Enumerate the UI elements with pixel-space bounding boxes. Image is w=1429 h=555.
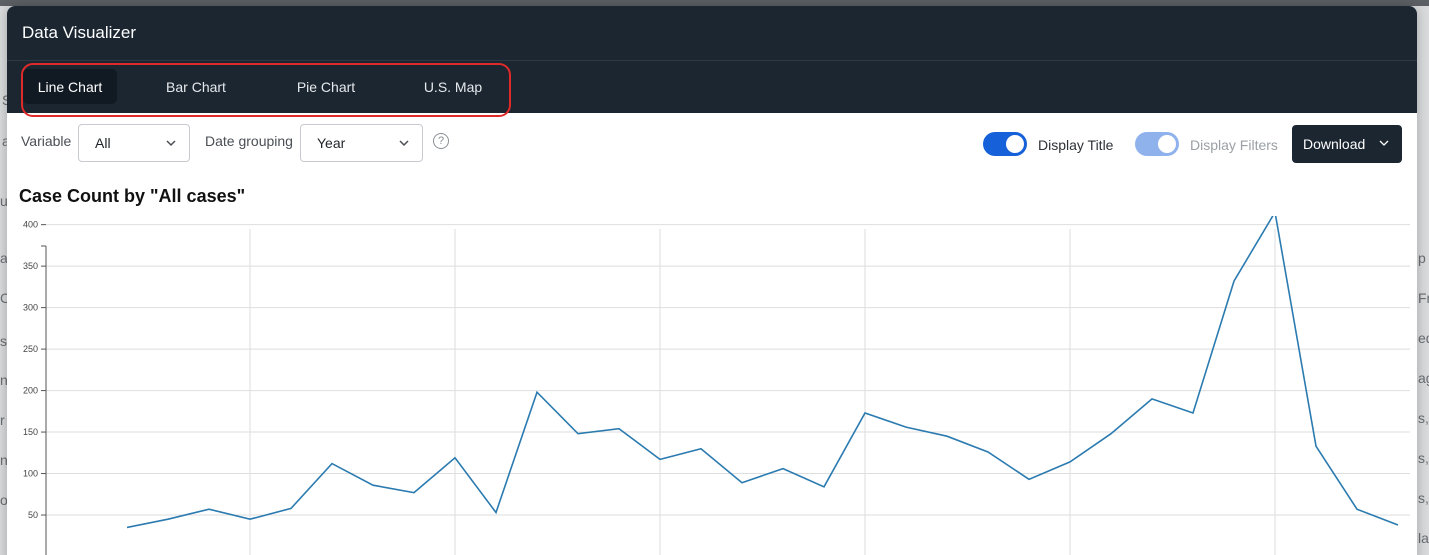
chart-toolbar: Variable All Date grouping Year ? Displa… <box>7 113 1417 183</box>
y-tick-label: 250 <box>23 344 38 354</box>
chevron-down-icon <box>399 140 409 147</box>
download-label: Download <box>1303 136 1366 152</box>
modal-title: Data Visualizer <box>22 23 137 42</box>
background-text: la <box>1418 530 1429 546</box>
toggle-knob <box>1006 135 1024 153</box>
help-icon[interactable]: ? <box>433 133 449 149</box>
y-tick-label: 50 <box>28 510 38 520</box>
download-button[interactable]: Download <box>1292 125 1402 163</box>
chart-title: Case Count by "All cases" <box>19 186 246 206</box>
background-text: s, <box>1418 410 1429 426</box>
display-filters-label: Display Filters <box>1190 137 1278 153</box>
y-tick-label: 100 <box>23 469 38 479</box>
y-tick-label: 300 <box>23 303 38 313</box>
tab-line-chart[interactable]: Line Chart <box>23 69 117 104</box>
modal-header: Data Visualizer <box>7 6 1417 61</box>
tab-bar-chart[interactable]: Bar Chart <box>147 69 245 104</box>
background-text: s, <box>1418 450 1429 466</box>
display-title-label: Display Title <box>1038 137 1114 153</box>
date-grouping-select[interactable]: Year <box>300 124 423 162</box>
background-text: s, <box>1418 490 1429 506</box>
tab-pie-chart[interactable]: Pie Chart <box>277 69 375 104</box>
y-tick-label: 200 <box>23 386 38 396</box>
variable-label: Variable <box>21 133 72 149</box>
chevron-down-icon <box>166 140 176 147</box>
background-text: ag <box>1418 370 1429 386</box>
display-title-toggle[interactable] <box>983 132 1027 156</box>
chart-type-tabs: Line Chart Bar Chart Pie Chart U.S. Map <box>7 61 1417 117</box>
date-grouping-select-value: Year <box>317 135 346 151</box>
tab-us-map[interactable]: U.S. Map <box>404 69 502 104</box>
background-text: p <box>1418 250 1426 266</box>
display-filters-toggle[interactable] <box>1135 132 1179 156</box>
y-tick-label: 150 <box>23 427 38 437</box>
variable-select-value: All <box>95 135 111 151</box>
y-tick-label: 350 <box>23 261 38 271</box>
y-tick-label: 400 <box>23 220 38 230</box>
background-text: Fr <box>1418 290 1429 306</box>
variable-select[interactable]: All <box>78 124 190 162</box>
chevron-down-icon <box>1379 140 1389 146</box>
series-line <box>126 216 1399 529</box>
toggle-knob <box>1158 135 1176 153</box>
background-text: ed <box>1418 330 1429 346</box>
line-chart: 50 100 150 200 250 300 350 400 <box>23 216 1410 555</box>
date-grouping-label: Date grouping <box>205 133 293 149</box>
